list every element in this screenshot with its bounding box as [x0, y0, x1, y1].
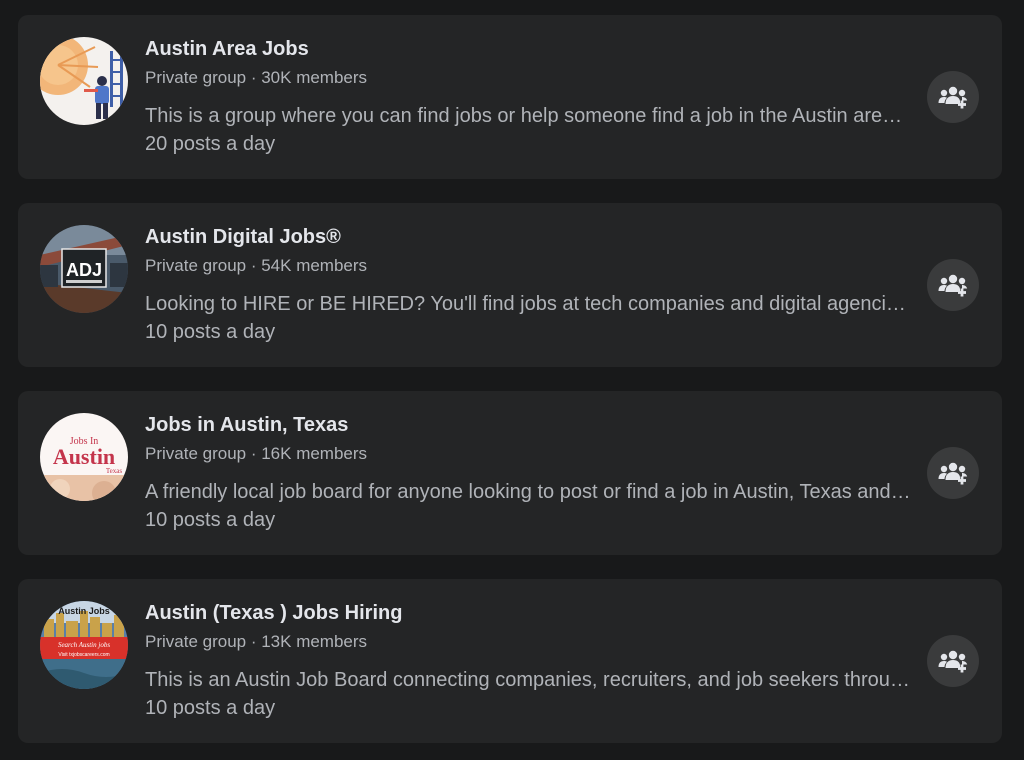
- join-group-button[interactable]: [927, 259, 979, 311]
- group-privacy-members: Private group · 13K members: [145, 632, 368, 651]
- group-avatar[interactable]: ADJ: [40, 225, 128, 313]
- group-description: A friendly local job board for anyone lo…: [145, 481, 911, 503]
- group-description: Looking to HIRE or BE HIRED? You'll find…: [145, 293, 911, 315]
- svg-text:Austin Jobs: Austin Jobs: [58, 606, 110, 616]
- group-activity: 10 posts a day: [145, 697, 276, 719]
- join-group-button[interactable]: [927, 71, 979, 123]
- group-join-icon: [938, 274, 968, 297]
- group-avatar[interactable]: Jobs In Austin Texas: [40, 413, 128, 501]
- group-avatar-image: Austin Jobs Search Austin jobs Visit txj…: [40, 601, 128, 689]
- group-avatar-image: [40, 37, 128, 125]
- group-activity: 20 posts a day: [145, 133, 276, 155]
- group-avatar-image: ADJ: [40, 225, 128, 313]
- group-info: Jobs in Austin, Texas Private group · 16…: [145, 412, 915, 534]
- group-name[interactable]: Austin Digital Jobs®: [145, 224, 915, 250]
- group-join-icon: [938, 650, 968, 673]
- group-privacy-members: Private group · 30K members: [145, 68, 368, 87]
- group-privacy-members: Private group · 16K members: [145, 444, 368, 463]
- group-card[interactable]: Jobs In Austin Texas Jobs in Austin, Tex…: [18, 391, 1002, 555]
- group-results-list: Austin Area Jobs Private group · 30K mem…: [0, 0, 1024, 760]
- group-privacy-members: Private group · 54K members: [145, 256, 368, 275]
- group-name[interactable]: Jobs in Austin, Texas: [145, 412, 915, 438]
- group-info: Austin Area Jobs Private group · 30K mem…: [145, 36, 915, 158]
- group-info: Austin Digital Jobs® Private group · 54K…: [145, 224, 915, 346]
- svg-text:Visit txjobscareers.com: Visit txjobscareers.com: [58, 652, 109, 658]
- group-name[interactable]: Austin (Texas ) Jobs Hiring: [145, 600, 915, 626]
- svg-text:ADJ: ADJ: [66, 260, 102, 280]
- svg-text:Search Austin jobs: Search Austin jobs: [58, 641, 110, 649]
- group-join-icon: [938, 86, 968, 109]
- group-description: This is an Austin Job Board connecting c…: [145, 669, 911, 691]
- group-description: This is a group where you can find jobs …: [145, 105, 911, 127]
- group-avatar[interactable]: [40, 37, 128, 125]
- svg-text:Austin: Austin: [53, 444, 115, 469]
- group-activity: 10 posts a day: [145, 509, 276, 531]
- group-join-icon: [938, 462, 968, 485]
- group-card[interactable]: ADJ Austin Digital Jobs® Private group ·…: [18, 203, 1002, 367]
- join-group-button[interactable]: [927, 635, 979, 687]
- group-info: Austin (Texas ) Jobs Hiring Private grou…: [145, 600, 915, 722]
- group-avatar[interactable]: Austin Jobs Search Austin jobs Visit txj…: [40, 601, 128, 689]
- group-name[interactable]: Austin Area Jobs: [145, 36, 915, 62]
- group-card[interactable]: Austin Jobs Search Austin jobs Visit txj…: [18, 579, 1002, 743]
- group-card[interactable]: Austin Area Jobs Private group · 30K mem…: [18, 15, 1002, 179]
- join-group-button[interactable]: [927, 447, 979, 499]
- group-avatar-image: Jobs In Austin Texas: [40, 413, 128, 501]
- svg-text:Texas: Texas: [106, 467, 123, 475]
- group-activity: 10 posts a day: [145, 321, 276, 343]
